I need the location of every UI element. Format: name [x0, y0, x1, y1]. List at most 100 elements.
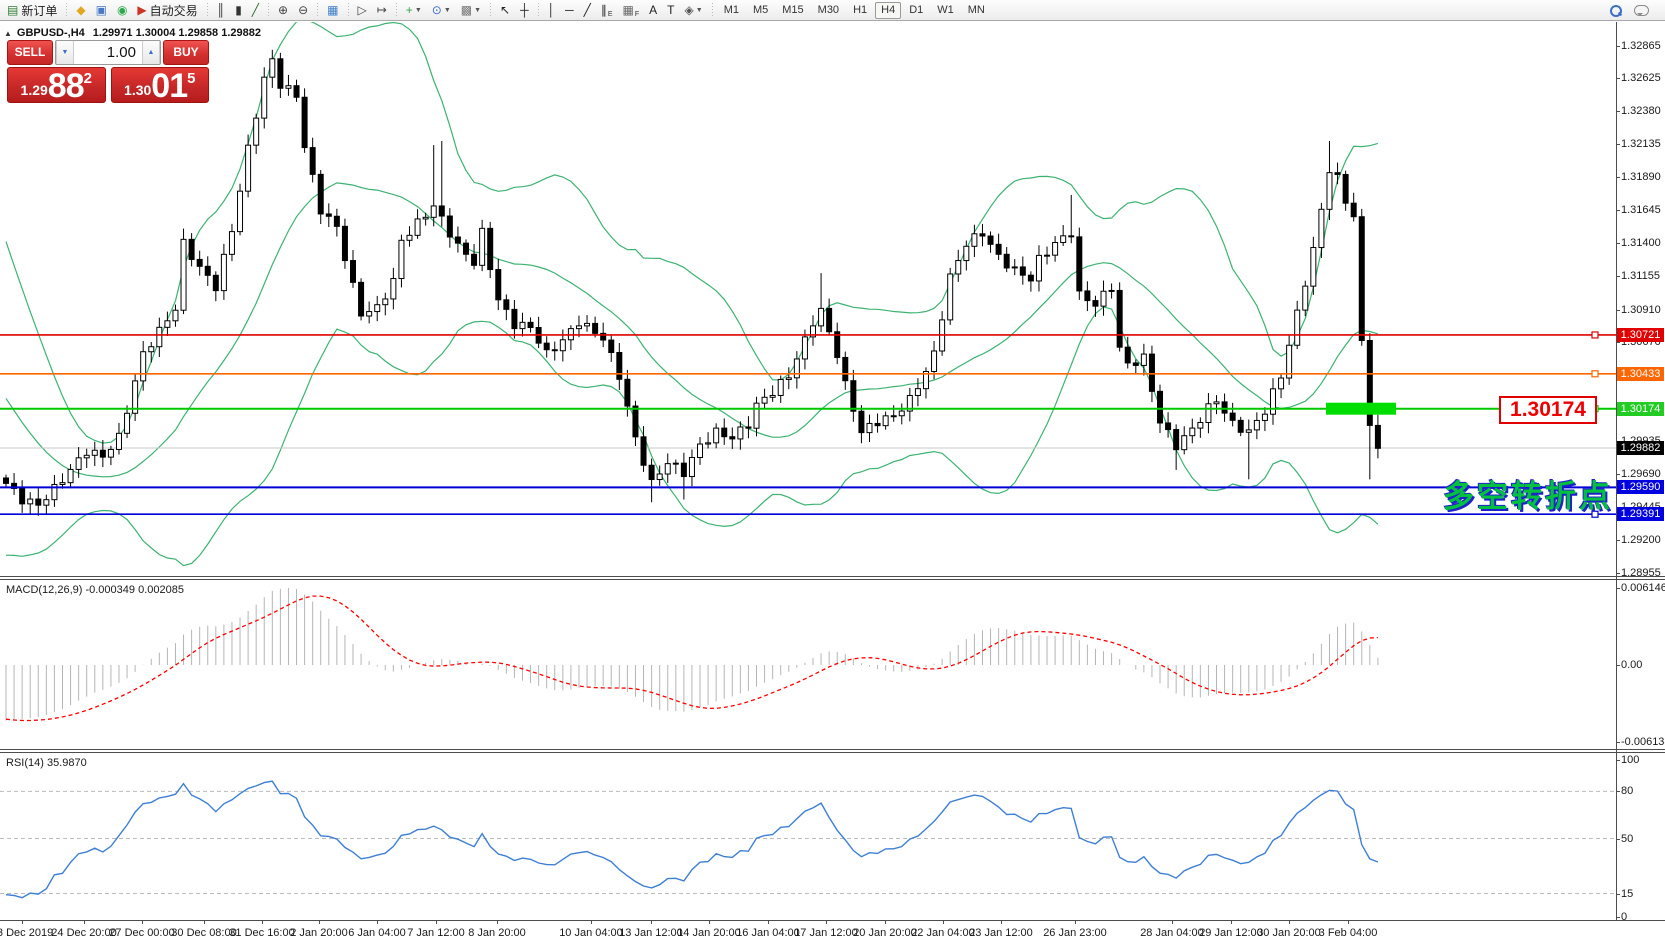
candle-body	[843, 357, 848, 380]
candle-body	[1061, 236, 1066, 243]
rsi-tick-mark	[1616, 760, 1620, 761]
candle-body	[1101, 291, 1106, 306]
trendline-icon: ╱	[584, 4, 591, 16]
price-tick-mark	[1616, 144, 1620, 145]
date-tick-mark	[1001, 920, 1002, 924]
crosshair-button[interactable]: ┼	[516, 1, 533, 19]
new-order-button[interactable]: ▤新订单	[3, 1, 61, 19]
bar-chart-button[interactable]: ║	[213, 1, 230, 19]
pane-divider[interactable]	[0, 576, 1665, 577]
dropdown-arrow-icon[interactable]: ▼	[696, 7, 703, 14]
candle-body	[165, 321, 170, 328]
collapse-panel-icon[interactable]: ▲	[4, 29, 12, 38]
ohlc-values: 1.29971 1.30004 1.29858 1.29882	[93, 27, 261, 39]
price-tick-label: 1.29690	[1621, 468, 1661, 480]
candle-body	[1206, 404, 1211, 423]
lot-decrease-button[interactable]: ▼	[56, 41, 74, 64]
candle-body	[706, 443, 711, 444]
autotrading-icon: ▶	[137, 4, 146, 16]
timeframe-button-h1[interactable]: H1	[847, 2, 873, 19]
lot-size-input[interactable]: 1.00	[74, 41, 142, 64]
price-tick-label: 1.31155	[1621, 270, 1660, 282]
vertical-line-button[interactable]: │	[544, 1, 560, 19]
timeframe-button-m30[interactable]: M30	[812, 2, 845, 19]
arrows-button[interactable]: ◈▼	[681, 1, 707, 19]
sell-price-prefix: 1.29	[21, 79, 48, 101]
indicators-button[interactable]: +▼	[402, 1, 426, 19]
chart-shift-button[interactable]: ↦	[373, 1, 391, 19]
candle-body	[92, 450, 97, 455]
pane-divider[interactable]	[0, 752, 1665, 753]
timeframe-button-m1[interactable]: M1	[718, 2, 745, 19]
candle-body	[221, 254, 226, 290]
macd-indicator-pane[interactable]	[0, 580, 1616, 749]
text-label-button[interactable]: T	[663, 1, 678, 19]
text-button[interactable]: A	[645, 1, 661, 19]
candle-body	[270, 59, 275, 77]
price-tick-mark	[1616, 342, 1620, 343]
zoom-out-button[interactable]: ⊖	[294, 1, 312, 19]
auto-scroll-button[interactable]: ▷	[354, 1, 371, 19]
equidistant-channel-button[interactable]: ∥E	[597, 1, 617, 19]
dropdown-arrow-icon[interactable]: ▼	[444, 7, 451, 14]
price-chart-pane[interactable]	[0, 22, 1616, 576]
horizontal-line-button[interactable]: ─	[561, 1, 578, 19]
fibonacci-button[interactable]: ▦F	[619, 1, 644, 19]
navigator-button[interactable]: ◉	[113, 1, 131, 19]
timeframe-button-mn[interactable]: MN	[962, 2, 991, 19]
macd-label: MACD(12,26,9) -0.000349 0.002085	[6, 584, 184, 596]
candle-body	[1230, 413, 1235, 420]
dropdown-arrow-icon[interactable]: ▼	[474, 7, 481, 14]
candle-body	[1045, 255, 1050, 256]
date-tick-mark	[1172, 920, 1173, 924]
candle-body	[1343, 174, 1348, 203]
candle-body	[988, 236, 993, 244]
search-icon[interactable]	[1609, 4, 1622, 17]
pane-divider[interactable]	[0, 749, 1665, 750]
candle-body	[44, 500, 49, 505]
candle-body	[625, 379, 630, 406]
cursor-button[interactable]: ↖	[496, 1, 514, 19]
candle-body	[149, 347, 154, 352]
candle-body	[899, 411, 904, 416]
candle-body	[407, 235, 412, 240]
chat-icon[interactable]	[1634, 5, 1649, 16]
market-watch-button[interactable]: ▣	[92, 1, 111, 19]
buy-price-pips: 01	[151, 71, 187, 101]
zoom-in-button[interactable]: ⊕	[274, 1, 292, 19]
rsi-indicator-pane[interactable]	[0, 753, 1616, 920]
price-level-badge: 1.29882	[1617, 441, 1664, 455]
date-tick-label: 30 Dec 08:00	[171, 927, 236, 939]
candle-body	[649, 465, 654, 479]
price-level-badge: 1.30721	[1617, 328, 1664, 342]
sell-price-display[interactable]: 1.29 88 2	[7, 67, 106, 103]
timeframe-button-m5[interactable]: M5	[747, 2, 774, 19]
candle-body	[1295, 310, 1300, 345]
timeframe-button-w1[interactable]: W1	[931, 2, 960, 19]
autotrading-button[interactable]: ▶自动交易	[133, 1, 201, 19]
pane-divider[interactable]	[0, 579, 1665, 580]
buy-price-display[interactable]: 1.30 01 5	[111, 67, 210, 103]
lot-increase-button[interactable]: ▲	[142, 41, 160, 64]
rsi-tick-label: 80	[1621, 785, 1633, 797]
candlestick-chart-button[interactable]: ▮	[231, 1, 246, 19]
line-chart-button[interactable]: ╱	[248, 1, 263, 19]
metaeditor-icon: ◆	[76, 4, 85, 16]
trendline-button[interactable]: ╱	[580, 1, 595, 19]
candle-body	[20, 488, 25, 503]
candle-body	[439, 206, 444, 216]
tile-windows-button[interactable]: ▦	[323, 1, 342, 19]
timeframe-button-m15[interactable]: M15	[776, 2, 809, 19]
buy-button[interactable]: BUY	[163, 40, 209, 65]
candle-body	[1311, 248, 1316, 287]
metaeditor-button[interactable]: ◆	[72, 1, 89, 19]
candle-body	[964, 246, 969, 260]
periods-button[interactable]: ⊙▼	[428, 1, 455, 19]
templates-button[interactable]: ▩▼	[457, 1, 485, 19]
sell-button[interactable]: SELL	[7, 40, 53, 65]
timeframe-button-h4[interactable]: H4	[875, 2, 901, 19]
candle-body	[1053, 243, 1058, 256]
dropdown-arrow-icon[interactable]: ▼	[415, 7, 422, 14]
timeframe-button-d1[interactable]: D1	[903, 2, 929, 19]
date-tick-label: 2 Jan 20:00	[290, 927, 348, 939]
